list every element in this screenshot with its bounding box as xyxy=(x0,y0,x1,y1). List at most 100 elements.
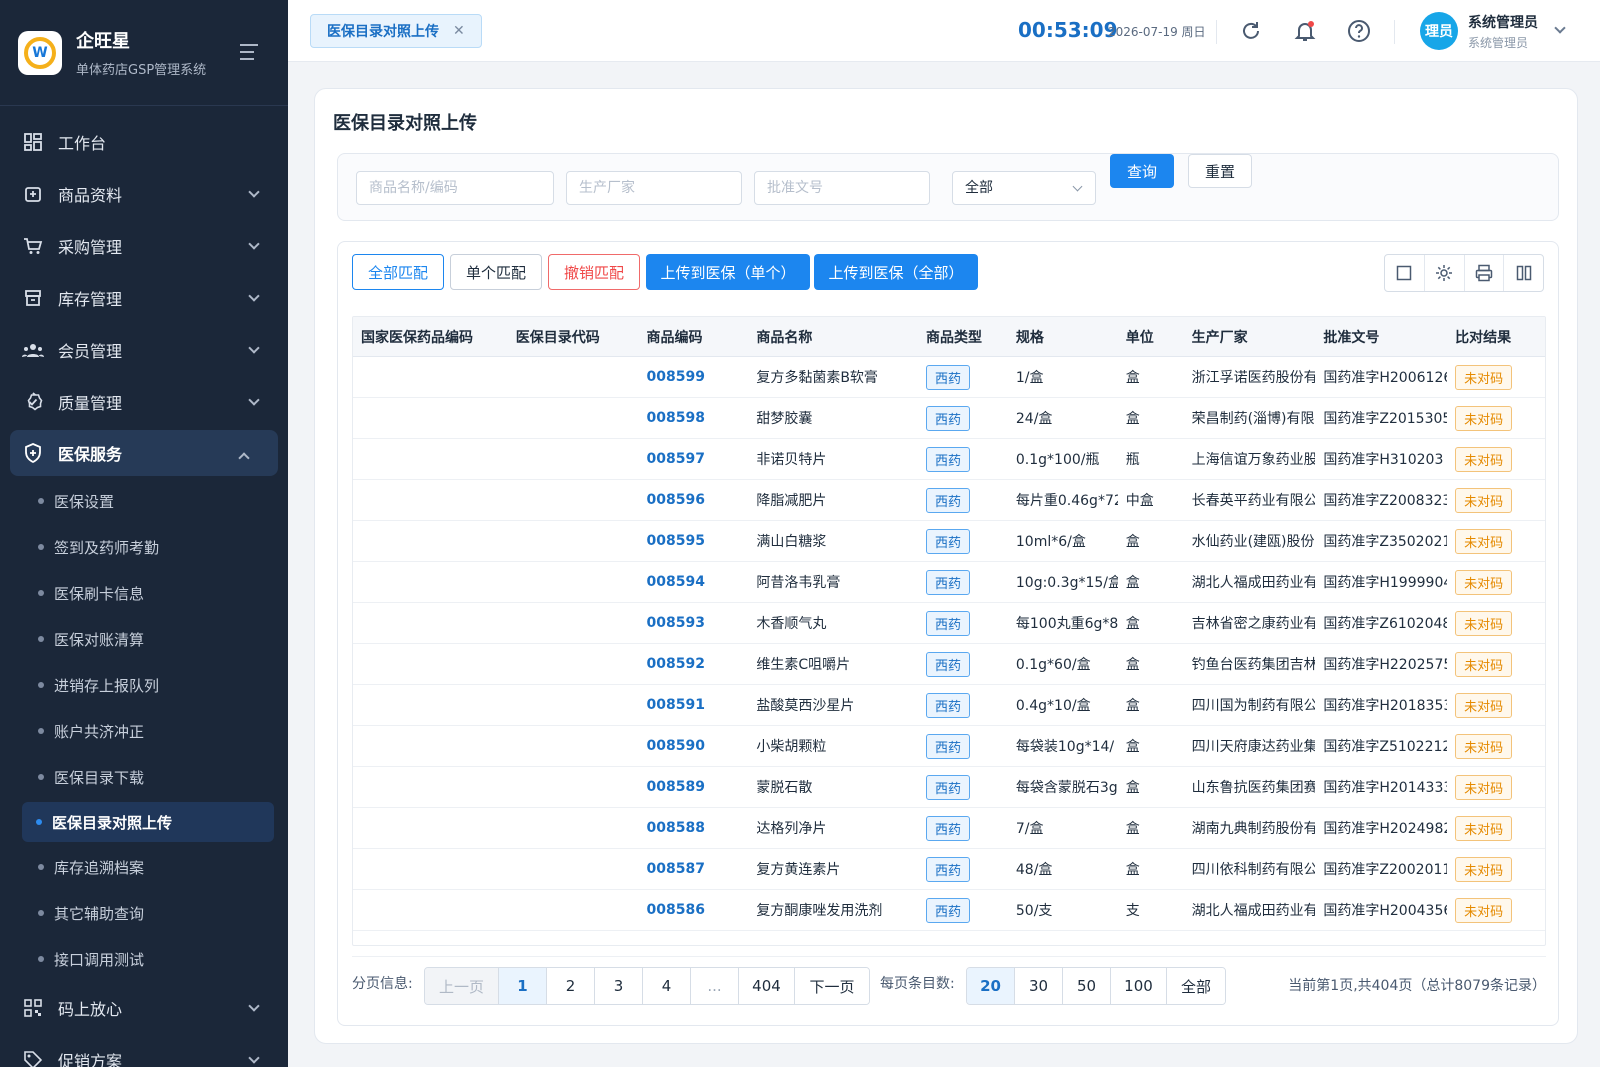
query-button[interactable]: 查询 xyxy=(1110,154,1174,188)
cell-catalog-code xyxy=(508,685,639,725)
cell-product-code[interactable]: 008588 xyxy=(639,808,749,848)
sidebar-subitem-trace-archive[interactable]: 库存追溯档案 xyxy=(0,844,288,890)
column-header[interactable]: 规格 xyxy=(1008,317,1118,356)
product-search-input[interactable] xyxy=(356,171,554,205)
sidebar-subitem-settings[interactable]: 医保设置 xyxy=(0,478,288,524)
table-row[interactable]: 008596 降脂减肥片 西药 每片重0.46g*72 中盒 长春英平药业有限公 国药准字Z… xyxy=(353,480,1545,521)
sidebar-subitem-reconcile[interactable]: 医保对账清算 xyxy=(0,616,288,662)
sidebar-subitem-report-queue[interactable]: 进销存上报队列 xyxy=(0,662,288,708)
page-size-button[interactable]: 全部 xyxy=(1167,968,1225,1004)
cell-product-code[interactable]: 008591 xyxy=(639,685,749,725)
table-row[interactable]: 008587 复方黄连素片 西药 48/盒 盒 四川依科制药有限公 国药准字Z2002011… xyxy=(353,849,1545,890)
upload-single-button[interactable]: 上传到医保（单个） xyxy=(646,254,810,290)
refresh-icon[interactable] xyxy=(1238,18,1264,44)
page-button[interactable]: 4 xyxy=(643,968,691,1004)
page-button[interactable]: 404 xyxy=(739,968,795,1004)
page-size-button[interactable]: 50 xyxy=(1063,968,1111,1004)
unmatch-button[interactable]: 撤销匹配 xyxy=(548,254,640,290)
table-row[interactable]: 008593 木香顺气丸 西药 每100丸重6g*8 盒 吉林省密之康药业有 国药准字Z61… xyxy=(353,603,1545,644)
match-all-button[interactable]: 全部匹配 xyxy=(352,254,444,290)
sidebar-subitem-catalog-upload[interactable]: 医保目录对照上传 xyxy=(22,802,274,842)
close-icon[interactable]: ✕ xyxy=(453,23,465,39)
fullscreen-icon[interactable] xyxy=(1385,255,1425,291)
sidebar-subitem-catalog-download[interactable]: 医保目录下载 xyxy=(0,754,288,800)
column-header[interactable]: 批准文号 xyxy=(1315,317,1447,356)
sidebar-subitem-api-test[interactable]: 接口调用测试 xyxy=(0,936,288,982)
type-select[interactable]: 全部 xyxy=(952,171,1096,205)
sidebar-item-products[interactable]: 商品资料 xyxy=(0,168,288,220)
print-icon[interactable] xyxy=(1465,255,1505,291)
sidebar-item-promotion[interactable]: 促销方案 xyxy=(0,1034,288,1067)
cell-national-code xyxy=(353,480,508,520)
sidebar-item-members[interactable]: 会员管理 xyxy=(0,324,288,376)
page-button[interactable]: 1 xyxy=(499,968,547,1004)
table-row[interactable]: 008594 阿昔洛韦乳膏 西药 10g:0.3g*15/盒盒 湖北人福成田药业有 国药准… xyxy=(353,562,1545,603)
avatar[interactable]: 理员 xyxy=(1420,12,1458,50)
table-row[interactable]: 008590 小柴胡颗粒 西药 每袋装10g*14/盒 四川天府康达药业集 国药准字Z51… xyxy=(353,726,1545,767)
sidebar-item-purchase[interactable]: 采购管理 xyxy=(0,220,288,272)
page-button[interactable]: 3 xyxy=(595,968,643,1004)
table-row[interactable]: 008597 非诺贝特片 西药 0.1g*100/瓶 瓶 上海信谊万象药业股 国药准字H31… xyxy=(353,439,1545,480)
cell-product-code[interactable]: 008597 xyxy=(639,439,749,479)
cell-product-code[interactable]: 008595 xyxy=(639,521,749,561)
sidebar-subitem-attendance[interactable]: 签到及药师考勤 xyxy=(0,524,288,570)
cell-product-code[interactable]: 008587 xyxy=(639,849,749,889)
page-size-button[interactable]: 20 xyxy=(967,968,1015,1004)
sidebar-item-dashboard[interactable]: 工作台 xyxy=(0,116,288,168)
manufacturer-input[interactable] xyxy=(566,171,742,205)
page-size-button[interactable]: 30 xyxy=(1015,968,1063,1004)
cell-product-code[interactable]: 008594 xyxy=(639,562,749,602)
cell-product-code[interactable]: 008592 xyxy=(639,644,749,684)
approval-number-input[interactable] xyxy=(754,171,930,205)
sidebar-item-quality[interactable]: 质量管理 xyxy=(0,376,288,428)
sidebar-item-medical-insurance[interactable]: 医保服务 xyxy=(10,430,278,476)
column-header[interactable]: 商品名称 xyxy=(748,317,918,356)
cell-product-code[interactable]: 008599 xyxy=(639,357,749,397)
page-button[interactable]: 2 xyxy=(547,968,595,1004)
sidebar-subitem-account-reversal[interactable]: 账户共济冲正 xyxy=(0,708,288,754)
column-header[interactable]: 生产厂家 xyxy=(1184,317,1316,356)
match-single-button[interactable]: 单个匹配 xyxy=(450,254,542,290)
bell-icon[interactable] xyxy=(1292,18,1318,44)
cell-product-code[interactable]: 008590 xyxy=(639,726,749,766)
table-row[interactable]: 008591 盐酸莫西沙星片 西药 0.4g*10/盒 盒 四川国为制药有限公 国药准字H2… xyxy=(353,685,1545,726)
cell-product-code[interactable]: 008586 xyxy=(639,890,749,930)
sidebar-subitem-other-query[interactable]: 其它辅助查询 xyxy=(0,890,288,936)
sidebar-subitem-card-info[interactable]: 医保刷卡信息 xyxy=(0,570,288,616)
sidebar-item-qrcode[interactable]: 码上放心 xyxy=(0,982,288,1034)
cell-product-code[interactable]: 008593 xyxy=(639,603,749,643)
column-header[interactable]: 国家医保药品编码 xyxy=(353,317,508,356)
upload-all-button[interactable]: 上传到医保（全部） xyxy=(814,254,978,290)
table-row[interactable]: 008598 甜梦胶囊 西药 24/盒 盒 荣昌制药(淄博)有限 国药准字Z2015305 未… xyxy=(353,398,1545,439)
table-row[interactable]: 008592 维生素C咀嚼片 西药 0.1g*60/盒 盒 钓鱼台医药集团吉林 国药准字H2… xyxy=(353,644,1545,685)
reset-button[interactable]: 重置 xyxy=(1188,154,1252,188)
column-header[interactable]: 比对结果 xyxy=(1447,317,1545,356)
cell-result: 未对码 xyxy=(1447,685,1545,725)
page-size-button[interactable]: 100 xyxy=(1111,968,1167,1004)
columns-icon[interactable] xyxy=(1504,255,1543,291)
sidebar-item-inventory[interactable]: 库存管理 xyxy=(0,272,288,324)
pagination: 分页信息: 上一页 1 2 3 4 ... 404 下一页 每页条目数: 20 … xyxy=(352,956,1546,1006)
table-row[interactable]: 008588 达格列净片 西药 7/盒 盒 湖南九典制药股份有 国药准字H2024982 未对… xyxy=(353,808,1545,849)
cell-product-code[interactable]: 008596 xyxy=(639,480,749,520)
menu-collapse-icon[interactable] xyxy=(240,44,260,60)
chevron-down-icon xyxy=(248,290,260,302)
cell-approval: 国药准字H2014333 xyxy=(1323,780,1448,796)
chevron-down-icon[interactable] xyxy=(1554,22,1566,34)
table-row[interactable]: 008599 复方多黏菌素B软膏 西药 1/盒 盒 浙江孚诺医药股份有 国药准字H20061… xyxy=(353,357,1545,398)
column-header[interactable]: 单位 xyxy=(1118,317,1184,356)
user-name[interactable]: 系统管理员 xyxy=(1468,12,1538,32)
tab-catalog-upload[interactable]: 医保目录对照上传 ✕ xyxy=(310,14,482,48)
help-icon[interactable] xyxy=(1346,18,1372,44)
column-header[interactable]: 医保目录代码 xyxy=(508,317,639,356)
table-row[interactable]: 008595 满山白糖浆 西药 10ml*6/盒 盒 水仙药业(建瓯)股份 国药准字Z350… xyxy=(353,521,1545,562)
gear-icon[interactable] xyxy=(1425,255,1465,291)
next-page-button[interactable]: 下一页 xyxy=(795,968,869,1004)
table-row[interactable]: 008589 蒙脱石散 西药 每袋含蒙脱石3g 盒 山东鲁抗医药集团赛 国药准字H20143… xyxy=(353,767,1545,808)
prev-page-button[interactable]: 上一页 xyxy=(425,968,499,1004)
column-header[interactable]: 商品编码 xyxy=(639,317,749,356)
table-row[interactable]: 008586 复方酮康唑发用洗剂 西药 50/支 支 湖北人福成田药业有 国药准字H2004… xyxy=(353,890,1545,931)
cell-product-code[interactable]: 008598 xyxy=(639,398,749,438)
column-header[interactable]: 商品类型 xyxy=(918,317,1008,356)
cell-product-code[interactable]: 008589 xyxy=(639,767,749,807)
